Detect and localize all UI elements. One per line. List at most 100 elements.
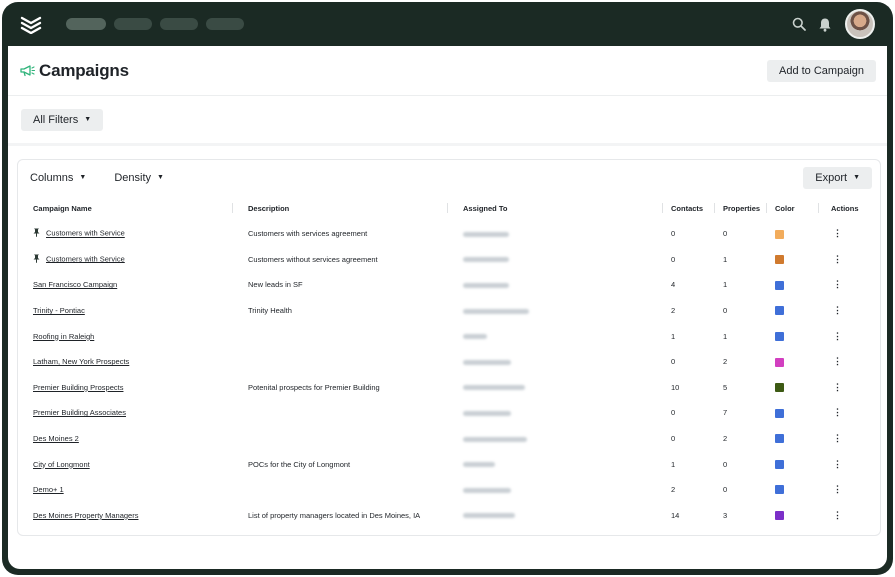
color-swatch [775, 229, 784, 239]
column-header-label: Description [248, 203, 290, 213]
layers-logo-icon[interactable] [18, 11, 44, 37]
table-row[interactable]: City of Longmont POCs for the City of Lon… [18, 451, 882, 477]
cell-campaign-name: City of Longmont [18, 451, 233, 477]
table-toolbar: Columns ▼ Density ▼ Export ▼ [18, 160, 880, 195]
kebab-icon[interactable]: ⋮ [833, 279, 842, 289]
kebab-icon[interactable]: ⋮ [833, 484, 842, 494]
search-icon[interactable] [789, 14, 809, 34]
column-header-assigned-to[interactable]: Assigned To [448, 195, 663, 221]
export-button[interactable]: Export ▼ [803, 166, 872, 189]
pin-icon[interactable] [33, 254, 40, 265]
color-swatch [775, 306, 784, 316]
cell-contacts: 14 [663, 503, 715, 529]
properties-count: 1 [723, 254, 728, 264]
kebab-icon[interactable]: ⋮ [833, 433, 842, 443]
columns-button[interactable]: Columns ▼ [30, 172, 86, 184]
cell-properties: 5 [715, 375, 767, 401]
cell-color [767, 349, 819, 375]
table-row[interactable]: Trinity - Pontiac Trinity Health 2 0 ⋮ [18, 298, 882, 324]
cell-actions: ⋮ [819, 375, 882, 401]
column-header-contacts[interactable]: Contacts [663, 195, 715, 221]
campaign-name-link[interactable]: Des Moines Property Managers [33, 511, 138, 520]
properties-count: 1 [723, 331, 728, 341]
caret-down-icon: ▼ [79, 174, 87, 181]
redacted-email [463, 334, 487, 340]
campaign-name-link[interactable]: Premier Building Prospects [33, 383, 123, 392]
properties-count: 1 [723, 280, 728, 290]
table-row[interactable]: Des Moines 2 0 2 ⋮ [18, 426, 882, 452]
density-button[interactable]: Density ▼ [114, 172, 164, 184]
caret-down-icon: ▼ [853, 174, 860, 181]
column-header-description[interactable]: Description [233, 195, 448, 221]
page-title: Campaigns [20, 61, 129, 81]
all-filters-button[interactable]: All Filters ▼ [21, 108, 104, 131]
color-swatch [775, 383, 784, 393]
table-row[interactable]: Customers with Service Customers with ser… [18, 221, 882, 247]
redacted-email [463, 487, 511, 493]
cell-color [767, 375, 819, 401]
table-row[interactable]: San Francisco Campaign New leads in SF 4 1 ⋮ [18, 272, 882, 298]
cell-campaign-name: Roofing in Raleigh [18, 323, 233, 349]
table-row[interactable]: Des Moines Property Managers List of prop… [18, 503, 882, 529]
table-row[interactable]: Customers with Service Customers without … [18, 247, 882, 273]
campaign-name-link[interactable]: Trinity - Pontiac [33, 306, 85, 315]
campaign-name-link[interactable]: Roofing in Raleigh [33, 332, 94, 341]
column-header-label: Campaign Name [33, 203, 92, 213]
add-to-campaign-button[interactable]: Add to Campaign [767, 59, 876, 82]
table-row[interactable]: Latham, New York Prospects 0 2 ⋮ [18, 349, 882, 375]
cell-campaign-name: San Francisco Campaign [18, 272, 233, 298]
cell-contacts: 1 [663, 451, 715, 477]
nav-placeholder-item[interactable] [66, 18, 106, 30]
kebab-icon[interactable]: ⋮ [833, 407, 842, 417]
cell-assigned-to [448, 503, 663, 529]
properties-count: 0 [723, 229, 728, 239]
contacts-count: 0 [671, 357, 676, 367]
column-header-color[interactable]: Color [767, 195, 819, 221]
nav-placeholder-item[interactable] [160, 18, 198, 30]
column-header-campaign-name[interactable]: Campaign Name [18, 195, 233, 221]
kebab-icon[interactable]: ⋮ [833, 356, 842, 366]
campaign-name-link[interactable]: Latham, New York Prospects [33, 357, 129, 366]
cell-assigned-to [448, 298, 663, 324]
campaign-name-link[interactable]: San Francisco Campaign [33, 280, 117, 289]
cell-assigned-to [448, 375, 663, 401]
avatar[interactable] [845, 9, 875, 39]
description-text: Customers without services agreement [248, 254, 378, 264]
cell-assigned-to [448, 477, 663, 503]
nav-placeholder-item[interactable] [206, 18, 244, 30]
kebab-icon[interactable]: ⋮ [833, 459, 842, 469]
kebab-icon[interactable]: ⋮ [833, 228, 842, 238]
redacted-email [463, 231, 509, 237]
column-header-properties[interactable]: Properties [715, 195, 767, 221]
kebab-icon[interactable]: ⋮ [833, 331, 842, 341]
table-row[interactable]: Premier Building Associates 0 7 ⋮ [18, 400, 882, 426]
campaign-name-link[interactable]: Premier Building Associates [33, 408, 126, 417]
cell-properties: 2 [715, 349, 767, 375]
kebab-icon[interactable]: ⋮ [833, 510, 842, 520]
density-label: Density [114, 171, 152, 184]
pin-icon[interactable] [33, 228, 40, 239]
table-row[interactable]: Roofing in Raleigh 1 1 ⋮ [18, 323, 882, 349]
properties-count: 5 [723, 382, 728, 392]
cell-color [767, 247, 819, 273]
campaign-name-link[interactable]: City of Longmont [33, 460, 90, 469]
campaign-name-link[interactable]: Customers with Service [46, 229, 125, 238]
color-swatch [775, 331, 784, 341]
filter-bar: All Filters ▼ [8, 96, 887, 146]
cell-campaign-name: Latham, New York Prospects [18, 349, 233, 375]
redacted-email [463, 257, 509, 263]
kebab-icon[interactable]: ⋮ [833, 305, 842, 315]
kebab-icon[interactable]: ⋮ [833, 254, 842, 264]
campaign-name-link[interactable]: Demo+ 1 [33, 485, 64, 494]
campaign-name-link[interactable]: Customers with Service [46, 254, 125, 263]
campaign-name-link[interactable]: Des Moines 2 [33, 434, 79, 443]
redacted-email [463, 359, 511, 365]
properties-count: 0 [723, 306, 728, 316]
properties-count: 3 [723, 510, 728, 520]
table-row[interactable]: Premier Building Prospects Potenital pros… [18, 375, 882, 401]
bell-icon[interactable] [815, 14, 835, 34]
cell-campaign-name: Des Moines Property Managers [18, 503, 233, 529]
kebab-icon[interactable]: ⋮ [833, 382, 842, 392]
nav-placeholder-item[interactable] [114, 18, 152, 30]
table-row[interactable]: Demo+ 1 2 0 ⋮ [18, 477, 882, 503]
